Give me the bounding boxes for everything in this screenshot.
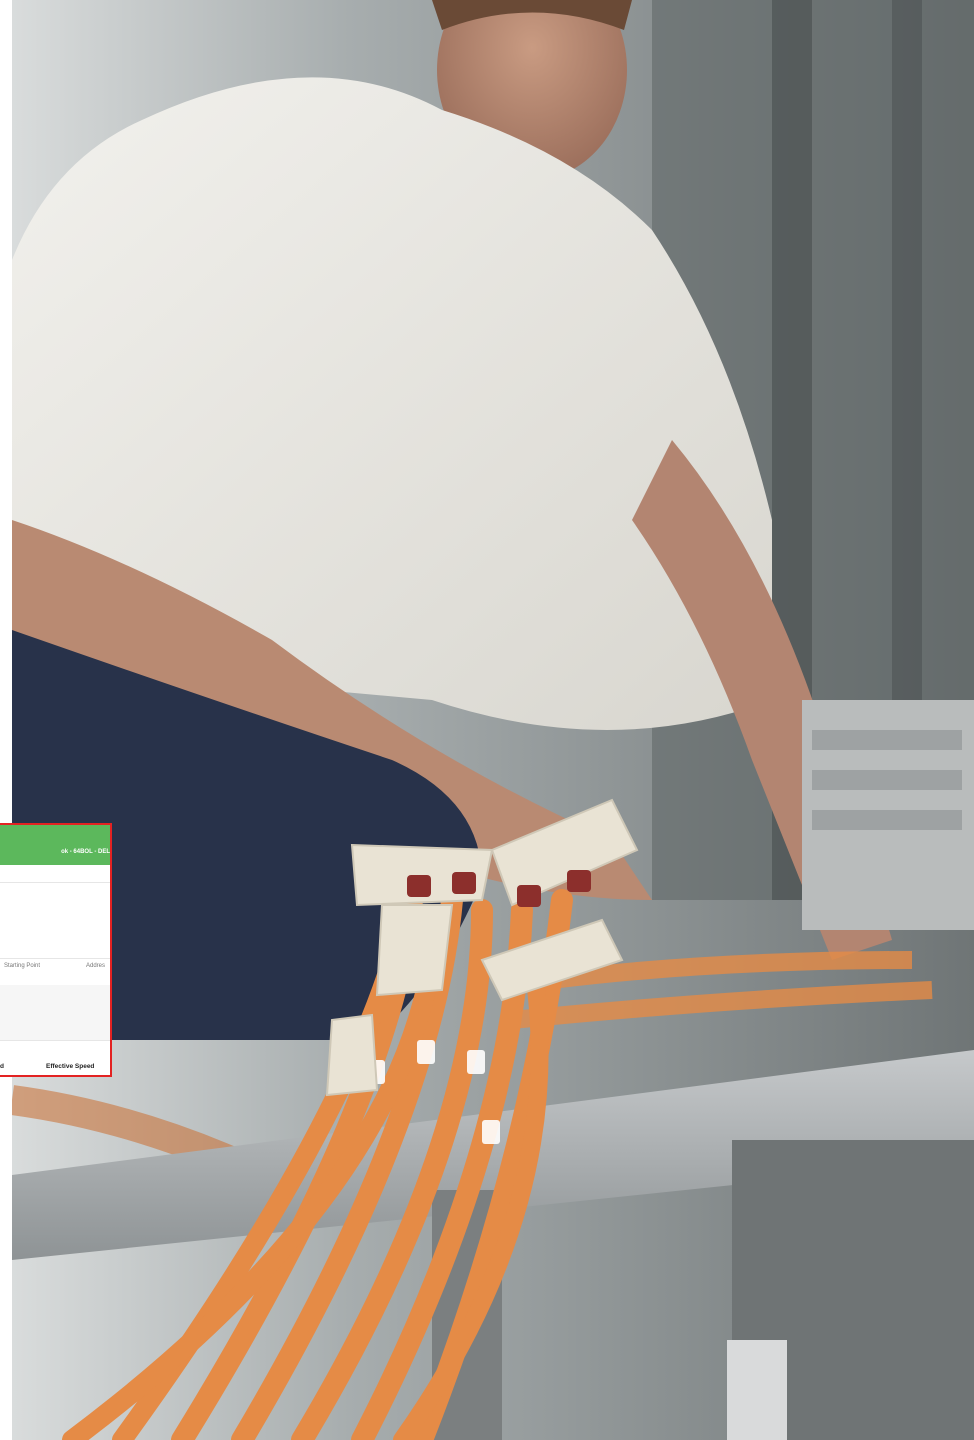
green-title-bar: ok - 64BOL - DEL [0,825,110,865]
left-margin [0,0,12,1440]
divider [0,958,110,959]
screenshot-overlay: ok - 64BOL - DEL Starting Point Addres d… [0,823,112,1077]
divider [0,1040,110,1041]
column-header-speed: d [0,1063,4,1070]
title-bar-text: ok - 64BOL - DEL [61,849,110,855]
background-photo [12,0,974,1440]
table-row [0,985,110,1040]
divider [0,882,110,883]
column-header-address: Addres [86,963,106,969]
column-header-starting-point: Starting Point [4,963,41,969]
photo-illustration [12,0,974,1440]
column-header-effective-speed: Effective Speed [46,1063,95,1070]
